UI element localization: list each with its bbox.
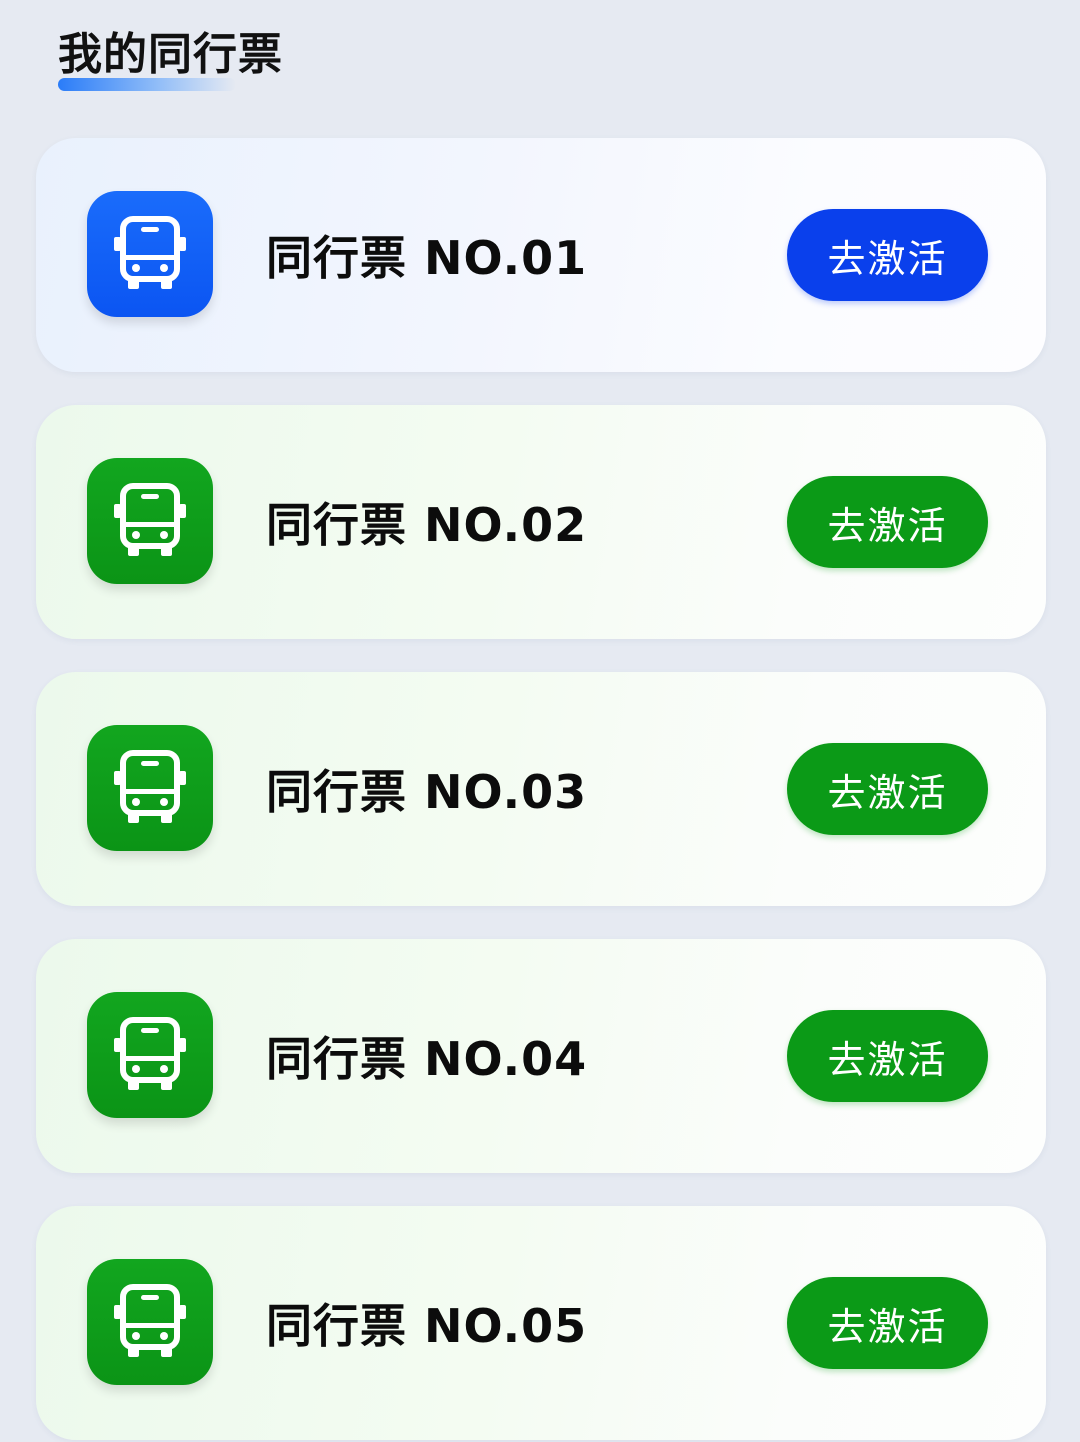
ticket-card-4[interactable]: 同行票 NO.04 去激活: [36, 939, 1046, 1173]
bus-icon: [87, 458, 213, 584]
ticket-title: 同行票 NO.01: [266, 231, 588, 285]
bus-icon: [87, 992, 213, 1118]
ticket-card-3[interactable]: 同行票 NO.03 去激活: [36, 672, 1046, 906]
ticket-card-1[interactable]: 同行票 NO.01 去激活: [36, 138, 1046, 372]
ticket-card-5[interactable]: 同行票 NO.05 去激活: [36, 1206, 1046, 1440]
bus-icon-glyph: [114, 216, 186, 289]
bus-icon: [87, 1259, 213, 1385]
page: 我的同行票 同行票 NO.01 去激活 同行票 NO.02 去激活 同行票 NO…: [0, 0, 1080, 1442]
ticket-title: 同行票 NO.03: [266, 765, 588, 819]
bus-icon-glyph: [114, 750, 186, 823]
ticket-title: 同行票 NO.02: [266, 498, 588, 552]
activate-button[interactable]: 去激活: [787, 1277, 988, 1369]
page-title: 我的同行票: [58, 29, 283, 80]
bus-icon-glyph: [114, 1284, 186, 1357]
bus-icon-glyph: [114, 1017, 186, 1090]
ticket-title: 同行票 NO.05: [266, 1299, 588, 1353]
bus-icon: [87, 725, 213, 851]
ticket-card-2[interactable]: 同行票 NO.02 去激活: [36, 405, 1046, 639]
bus-icon: [87, 191, 213, 317]
activate-button[interactable]: 去激活: [787, 209, 988, 301]
ticket-list: 同行票 NO.01 去激活 同行票 NO.02 去激活 同行票 NO.03 去激…: [36, 138, 1046, 1442]
bus-icon-glyph: [114, 483, 186, 556]
ticket-title: 同行票 NO.04: [266, 1032, 588, 1086]
section-header: 我的同行票: [58, 26, 283, 91]
activate-button[interactable]: 去激活: [787, 476, 988, 568]
activate-button[interactable]: 去激活: [787, 1010, 988, 1102]
activate-button[interactable]: 去激活: [787, 743, 988, 835]
